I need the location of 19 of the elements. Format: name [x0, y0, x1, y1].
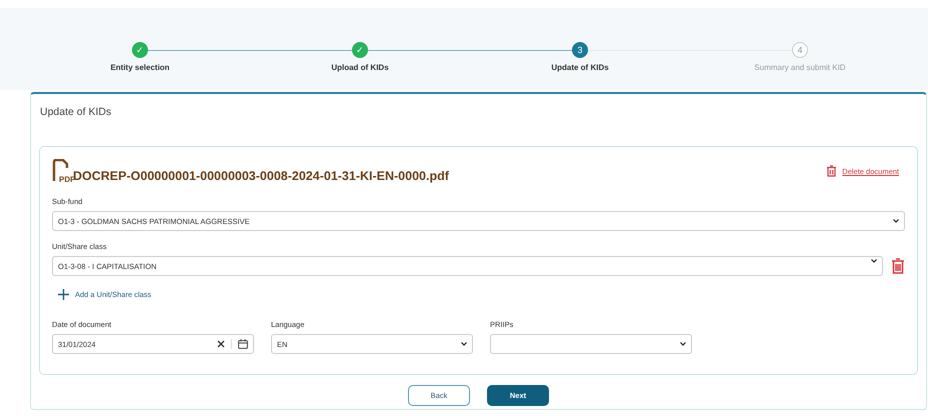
chevron-down-icon [893, 219, 899, 223]
step-marker: 3 [572, 42, 588, 58]
document-file-name: DOCREP-O00000001-00000003-0008-2024-01-31-KI-EN-0000.pdf [73, 169, 449, 183]
trash-icon [826, 165, 838, 177]
step-label: Entity selection [110, 63, 170, 72]
step-marker: ✓ [132, 42, 148, 58]
chevron-down-icon [680, 342, 686, 346]
clear-icon[interactable] [217, 340, 225, 348]
step-marker: 4 [792, 42, 808, 58]
plus-icon [58, 289, 69, 300]
step-label: Summary and submit KID [754, 63, 846, 72]
step-label: Upload of KIDs [331, 63, 389, 72]
chevron-down-icon [461, 342, 467, 346]
calendar-icon[interactable] [238, 339, 248, 349]
step-label: Update of KIDs [551, 63, 609, 72]
trash-icon[interactable] [891, 258, 905, 274]
chevron-down-icon [871, 258, 877, 262]
step-marker: ✓ [352, 42, 368, 58]
panel-title: Update of KIDs [39, 105, 112, 120]
